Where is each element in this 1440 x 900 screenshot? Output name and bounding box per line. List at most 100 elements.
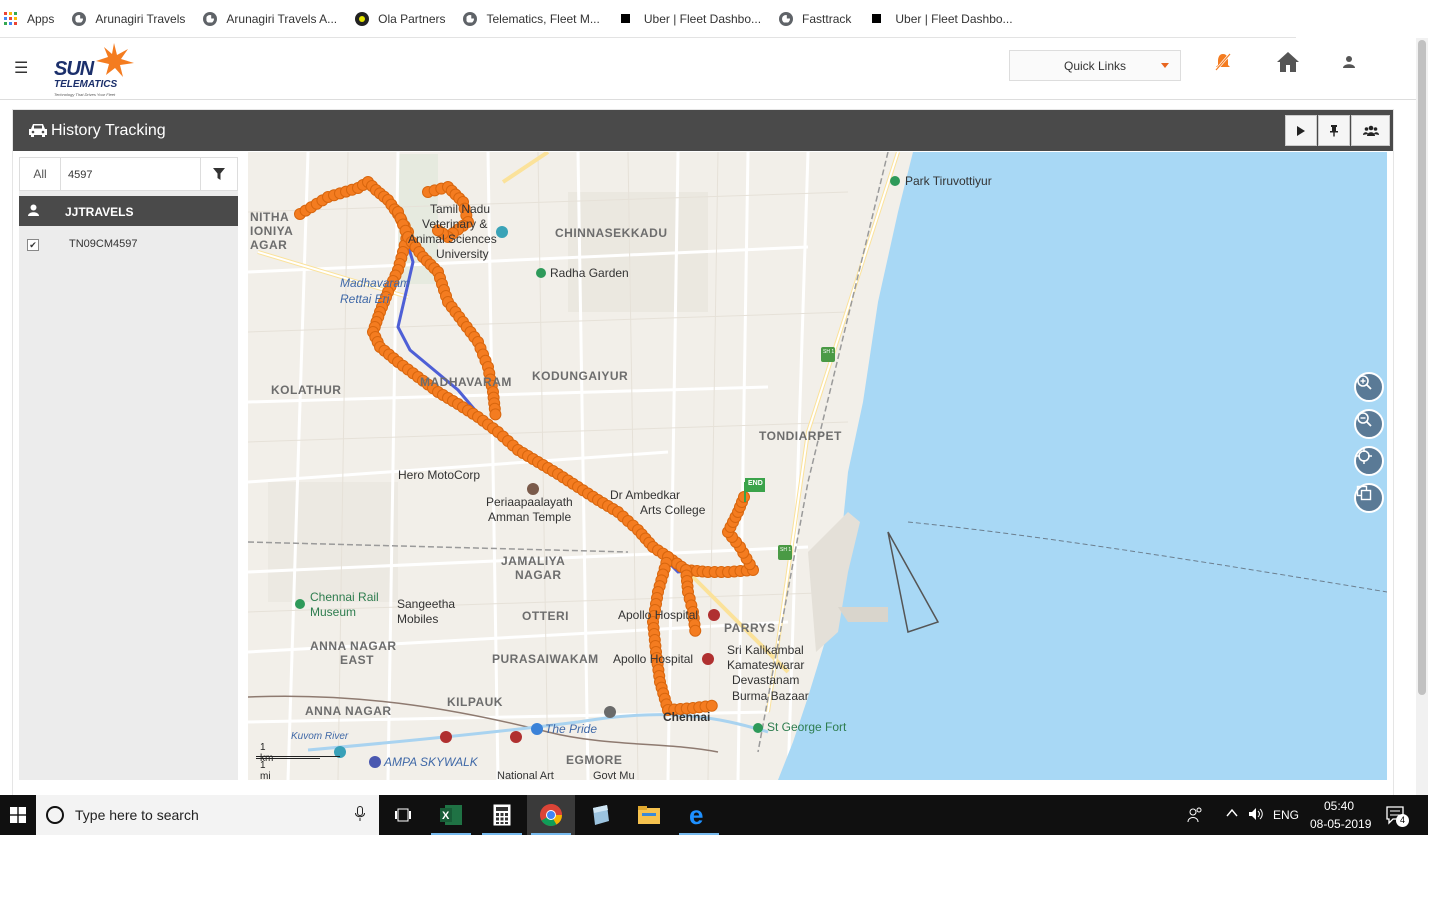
taskbar-search-box[interactable]: Type here to search: [36, 795, 379, 835]
user-icon: [28, 204, 39, 219]
group-button[interactable]: [1351, 115, 1390, 146]
zoom-in-button[interactable]: [1354, 372, 1384, 402]
notification-center-icon[interactable]: 4: [1386, 806, 1409, 829]
map-label: Radha Garden: [550, 266, 629, 280]
volume-icon[interactable]: [1248, 807, 1264, 824]
quick-links-dropdown[interactable]: Quick Links: [1009, 50, 1181, 81]
calculator-app[interactable]: [478, 795, 526, 835]
map-label: Arts College: [640, 503, 706, 517]
windows-taskbar: Type here to search X e ENG 05:40 08-05-…: [0, 795, 1428, 835]
map-label: MADHAVARAM: [420, 375, 512, 389]
language-indicator[interactable]: ENG: [1273, 808, 1299, 822]
map-label: Kamateswarar: [727, 658, 805, 672]
file-explorer-app[interactable]: [625, 795, 673, 835]
map-label: IONIYA: [250, 224, 294, 238]
map-base: [248, 152, 1387, 780]
map-label: Kuvom River: [291, 731, 349, 742]
filter-button[interactable]: [200, 158, 237, 190]
scale-mi: 1 mi: [260, 760, 271, 780]
bookmark-arunagiri-travels-a[interactable]: Arunagiri Travels A...: [203, 11, 337, 26]
map-label: Mobiles: [397, 612, 439, 626]
globe-icon: [72, 11, 87, 26]
clock-date[interactable]: 08-05-2019: [1310, 817, 1371, 831]
sun-telematics-logo[interactable]: SUN TELEMATICS Technology That Drives Yo…: [52, 41, 134, 99]
logo-subtext: TELEMATICS: [54, 79, 118, 90]
map-canvas[interactable]: NITHA IONIYA AGAR Tamil Nadu Veterinary …: [248, 152, 1387, 780]
map-label: PARRYS: [724, 621, 776, 635]
layers-button[interactable]: [1354, 483, 1384, 513]
bookmark-fasttrack[interactable]: Fasttrack: [779, 11, 851, 26]
vehicle-checkbox[interactable]: ✔: [27, 239, 39, 251]
page-scrollbar[interactable]: [1416, 38, 1428, 795]
notepad-app[interactable]: [576, 795, 624, 835]
map-label: Burma Bazaar: [732, 689, 809, 703]
bookmarks-bar: Apps Arunagiri Travels Arunagiri Travels…: [0, 0, 1296, 38]
file-explorer-icon: [638, 806, 660, 824]
play-button[interactable]: [1285, 115, 1317, 146]
microphone-icon[interactable]: [355, 806, 365, 825]
map-label: AMPA SKYWALK: [384, 755, 478, 769]
people-icon[interactable]: [1187, 807, 1203, 826]
locate-button[interactable]: [1354, 446, 1384, 476]
clock-time[interactable]: 05:40: [1324, 799, 1354, 813]
route-point: [489, 408, 502, 421]
home-icon[interactable]: [1276, 51, 1300, 78]
search-placeholder: Type here to search: [75, 807, 199, 823]
bookmark-label: Telematics, Fleet M...: [486, 11, 600, 26]
notifications-off-icon[interactable]: [1214, 52, 1232, 77]
map-label: EAST: [340, 653, 375, 667]
map-label: NITHA: [250, 210, 290, 224]
bookmark-telematics[interactable]: Telematics, Fleet M...: [463, 11, 600, 26]
vehicle-label: TN09CM4597: [69, 238, 138, 250]
pin-button[interactable]: [1318, 115, 1350, 146]
group-name: JJTRAVELS: [65, 205, 134, 219]
group-header-jjtravels[interactable]: JJTRAVELS: [19, 196, 238, 226]
user-icon[interactable]: [1343, 55, 1355, 73]
vehicle-row[interactable]: ✔ TN09CM4597: [19, 233, 238, 259]
uber-icon: [620, 14, 630, 23]
map-label: ANNA NAGAR: [310, 639, 397, 653]
globe-icon: [779, 11, 794, 26]
start-button[interactable]: [0, 795, 36, 835]
filter-icon: [213, 168, 225, 180]
excel-icon: X: [440, 805, 462, 825]
hamburger-menu-icon[interactable]: ☰: [14, 58, 28, 78]
chrome-app[interactable]: [527, 795, 575, 835]
map-label: Dr Ambedkar: [610, 488, 681, 502]
bookmark-arunagiri-travels[interactable]: Arunagiri Travels: [72, 11, 185, 26]
vehicle-search-input[interactable]: [61, 158, 201, 190]
map-label: Amman Temple: [488, 510, 572, 524]
all-filter-button[interactable]: All: [20, 158, 61, 190]
map-label: KOLATHUR: [271, 383, 342, 397]
chevron-up-icon[interactable]: [1226, 807, 1238, 822]
svg-text:X: X: [442, 810, 450, 822]
vehicle-sidebar: All JJTRAVELS ✔ TN09CM4597: [19, 157, 238, 780]
bookmark-uber-fleet-2[interactable]: Uber | Fleet Dashbo...: [869, 12, 1013, 26]
excel-app[interactable]: X: [427, 795, 475, 835]
map-label: Tamil Nadu: [430, 202, 491, 216]
sun-logo-icon: [96, 43, 134, 77]
windows-logo-icon: [10, 807, 26, 823]
task-view-button[interactable]: [379, 795, 427, 835]
play-icon: [1297, 125, 1305, 136]
app-header: ☰ SUN TELEMATICS Technology That Drives …: [0, 38, 1416, 100]
edge-icon: e: [689, 803, 703, 827]
pin-icon: [1330, 125, 1338, 137]
panel-title: History Tracking: [51, 122, 166, 139]
map-label: Chennai: [663, 710, 711, 724]
apps-grid-icon: [4, 12, 17, 25]
bookmark-apps[interactable]: Apps: [2, 12, 54, 26]
bookmark-ola-partners[interactable]: Ola Partners: [355, 11, 445, 26]
edge-app[interactable]: e: [675, 795, 723, 835]
map-label: PURASAIWAKAM: [492, 652, 599, 666]
scrollbar-thumb[interactable]: [1418, 40, 1426, 695]
route-point: [689, 624, 702, 637]
map-label: Museum: [310, 605, 357, 619]
bookmark-uber-fleet-1[interactable]: Uber | Fleet Dashbo...: [618, 12, 761, 26]
zoom-out-button[interactable]: [1354, 409, 1384, 439]
map-label: ANNA NAGAR: [305, 704, 392, 718]
map-label: Apollo Hospital: [613, 652, 694, 666]
ola-icon: [355, 11, 370, 26]
map-label: Chennai Rail: [310, 590, 379, 604]
calculator-icon: [493, 804, 511, 826]
